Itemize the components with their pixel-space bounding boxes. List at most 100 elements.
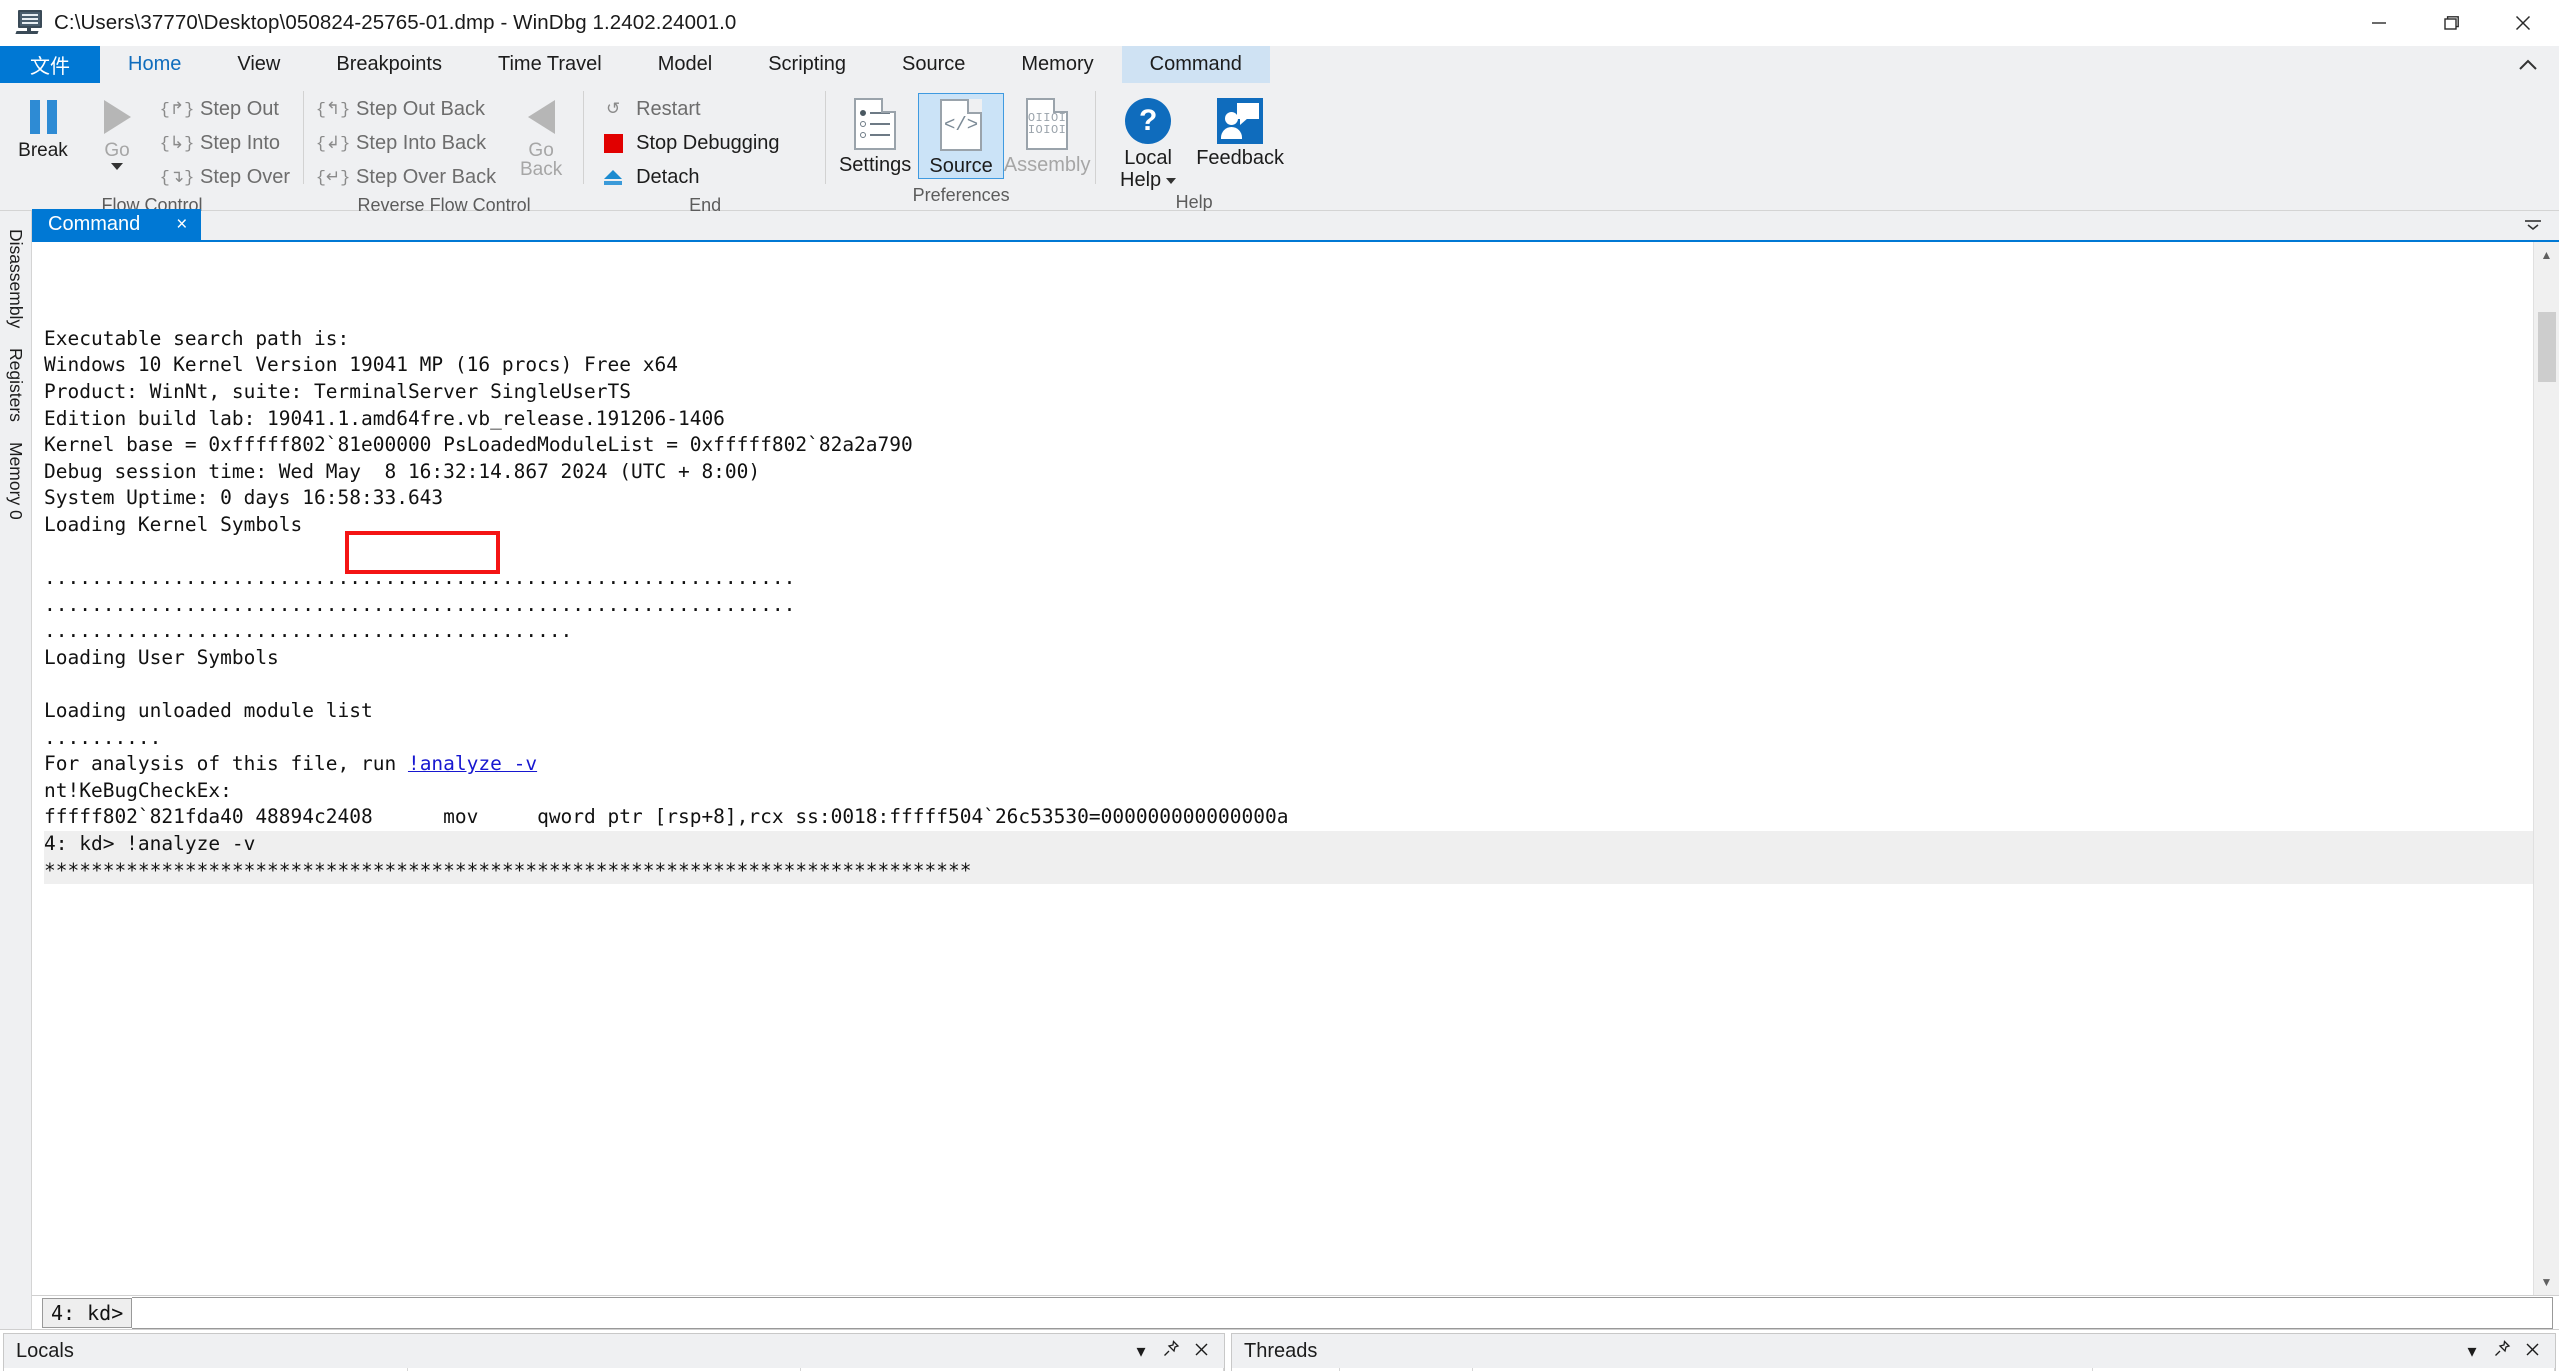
local-help-button[interactable]: ? Local Help <box>1102 93 1194 191</box>
detach-button[interactable]: Detach <box>590 161 820 194</box>
analyze-command-link[interactable]: !analyze -v <box>408 752 537 775</box>
rail-item-memory[interactable]: Memory 0 <box>5 432 26 530</box>
stop-square-icon <box>598 134 628 153</box>
scroll-up-button[interactable]: ▲ <box>2533 242 2559 268</box>
bottom-dock: Locals ▾ Name Value Typ ◄ <box>0 1329 2559 1371</box>
locals-panel-title: Locals <box>16 1339 74 1362</box>
close-icon[interactable] <box>2517 1341 2547 1362</box>
ribbon-tab-home[interactable]: Home <box>100 46 210 83</box>
assembly-button[interactable]: OIIOI IOIOI Assembly <box>1004 93 1090 177</box>
threads-panel: Threads ▾ TID Index Thread Description <box>1231 1333 2556 1371</box>
chevron-down-icon[interactable]: ▾ <box>1126 1341 1156 1362</box>
command-vertical-scrollbar[interactable]: ▲ ▼ <box>2533 242 2559 1295</box>
ribbon-toolbar: Break Go {↱} Step Out {↳} Step Into {↴} … <box>0 83 2559 215</box>
go-button[interactable]: Go <box>80 89 154 170</box>
chevron-down-icon[interactable] <box>1166 177 1177 184</box>
play-back-icon <box>527 95 555 139</box>
output-line: ........................................… <box>44 566 796 590</box>
output-line: Windows 10 Kernel Version 19041 MP (16 p… <box>44 353 678 377</box>
output-line: Debug session time: Wed May 8 16:32:14.8… <box>44 459 761 483</box>
group-label-preferences: Preferences <box>912 185 1010 205</box>
ribbon-tab-breakpoints[interactable]: Breakpoints <box>308 46 470 83</box>
ribbon-group-reverse-flow-control: {↰} Step Out Back {↲} Step Into Back {↵}… <box>304 83 585 215</box>
ribbon-group-end: ↺ Restart Stop Debugging Detach End <box>584 83 827 215</box>
document-tab-command[interactable]: Command × <box>32 209 202 240</box>
feedback-button[interactable]: Feedback <box>1194 93 1286 169</box>
pin-icon[interactable] <box>1156 1340 1186 1362</box>
command-prompt-bar: 4: kd> <box>32 1295 2559 1329</box>
question-mark-icon: ? <box>1125 98 1172 144</box>
window-menu-icon[interactable] <box>2521 215 2545 238</box>
output-line: ........................................… <box>44 592 796 616</box>
command-output-area: Executable search path is: Windows 10 Ker… <box>32 242 2559 1295</box>
output-line: Loading unloaded module list <box>44 699 373 723</box>
settings-doc-icon <box>854 98 897 150</box>
output-line: Product: WinNt, suite: TerminalServer Si… <box>44 379 631 403</box>
ribbon-tab-command[interactable]: Command <box>1121 46 1270 83</box>
ribbon-tab-memory[interactable]: Memory <box>993 46 1121 83</box>
go-back-button[interactable]: Go Back <box>504 89 578 179</box>
pin-icon[interactable] <box>2487 1340 2517 1362</box>
locals-panel-header: Locals ▾ <box>4 1334 1224 1368</box>
minimize-button[interactable] <box>2343 0 2415 46</box>
output-line: Loading Kernel Symbols <box>44 512 303 536</box>
step-into-button[interactable]: {↳} Step Into <box>154 127 298 160</box>
ribbon-tab-time-travel[interactable]: Time Travel <box>470 46 630 83</box>
output-line: Kernel base = 0xfffff802`81e00000 PsLoad… <box>44 433 913 457</box>
command-window: Command × Executable search path is: Wind… <box>32 209 2559 1329</box>
step-out-icon: {↱} <box>159 101 195 120</box>
chevron-down-icon[interactable] <box>111 163 123 170</box>
ribbon-group-preferences: Settings </> Source OIIOI IOIOI Assembly… <box>826 83 1097 210</box>
app-icon <box>14 9 44 36</box>
scrollbar-thumb[interactable] <box>2538 312 2556 382</box>
output-line: Executable search path is: <box>44 326 350 350</box>
rail-item-disassembly[interactable]: Disassembly <box>5 219 26 338</box>
step-over-button[interactable]: {↴} Step Over <box>154 161 298 194</box>
document-tab-label: Command <box>48 213 141 235</box>
step-over-back-icon: {↵} <box>315 169 351 188</box>
scroll-down-button[interactable]: ▼ <box>2533 1269 2559 1295</box>
break-button[interactable]: Break <box>6 89 80 160</box>
chevron-up-icon[interactable] <box>2515 46 2541 83</box>
output-line: 4: kd> !analyze -v <box>44 831 2533 858</box>
title-bar: C:\Users\37770\Desktop\050824-25765-01.d… <box>0 0 2559 46</box>
document-tab-strip: Command × <box>32 209 2559 242</box>
chevron-down-icon[interactable]: ▾ <box>2457 1341 2487 1362</box>
close-button[interactable] <box>2487 0 2559 46</box>
output-line: ........................................… <box>44 619 573 643</box>
ribbon-tab-scripting[interactable]: Scripting <box>740 46 874 83</box>
settings-button[interactable]: Settings <box>832 93 918 177</box>
ribbon-tab-source[interactable]: Source <box>874 46 993 83</box>
ribbon-group-help: ? Local Help Feedback Help <box>1096 83 1292 212</box>
ribbon-filler <box>1292 83 2559 210</box>
ribbon-tab-view[interactable]: View <box>209 46 308 83</box>
close-icon[interactable]: × <box>176 214 187 236</box>
output-line: Loading User Symbols <box>44 645 279 669</box>
ribbon-tab-model[interactable]: Model <box>630 46 740 83</box>
close-icon[interactable] <box>1186 1341 1216 1362</box>
restart-icon: ↺ <box>605 101 621 120</box>
maximize-restore-button[interactable] <box>2415 0 2487 46</box>
group-label-help: Help <box>1175 192 1213 212</box>
step-out-back-button[interactable]: {↰} Step Out Back <box>310 93 504 126</box>
source-button[interactable]: </> Source <box>918 93 1005 179</box>
step-out-back-icon: {↰} <box>315 101 351 120</box>
ribbon-tab-file[interactable]: 文件 <box>0 46 100 83</box>
output-line: nt!KeBugCheckEx: <box>44 778 232 802</box>
restart-button[interactable]: ↺ Restart <box>590 93 820 126</box>
stop-debugging-button[interactable]: Stop Debugging <box>590 127 820 160</box>
command-output-text[interactable]: Executable search path is: Windows 10 Ker… <box>32 242 2533 1295</box>
ribbon-tab-strip: 文件 Home View Breakpoints Time Travel Mod… <box>0 46 2559 83</box>
output-line: System Uptime: 0 days 16:58:33.643 <box>44 486 444 510</box>
rail-item-registers[interactable]: Registers <box>5 338 26 432</box>
window-controls <box>2343 0 2559 46</box>
feedback-person-icon <box>1217 98 1264 144</box>
threads-panel-header: Threads ▾ <box>1232 1334 2555 1368</box>
step-over-back-button[interactable]: {↵} Step Over Back <box>310 161 504 194</box>
step-out-button[interactable]: {↱} Step Out <box>154 93 298 126</box>
window-title: C:\Users\37770\Desktop\050824-25765-01.d… <box>54 10 737 34</box>
command-input[interactable] <box>132 1296 2553 1329</box>
step-into-back-button[interactable]: {↲} Step Into Back <box>310 127 504 160</box>
left-tool-rail: Disassembly Registers Memory 0 <box>0 211 32 1329</box>
